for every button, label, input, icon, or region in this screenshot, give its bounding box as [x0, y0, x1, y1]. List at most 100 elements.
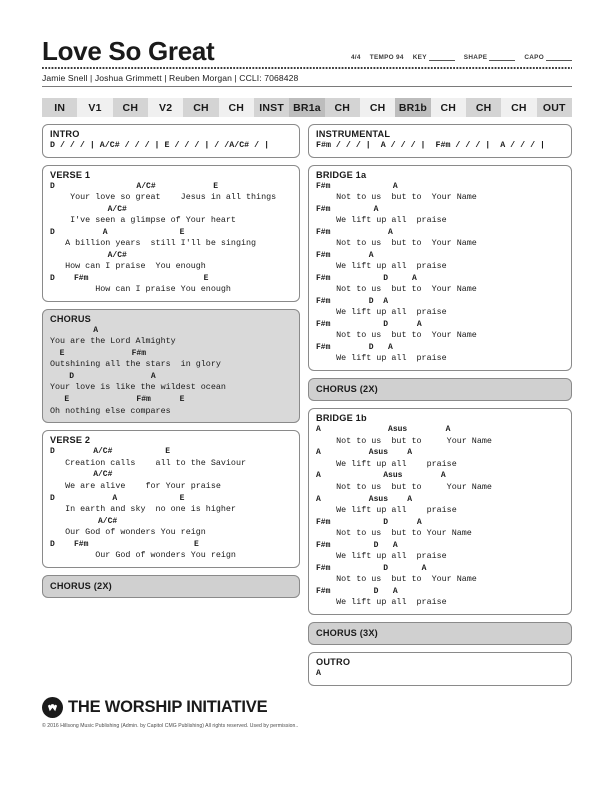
chord-line: F#m A	[316, 227, 393, 237]
verse-2-body: D A/C# E Creation calls all to the Savio…	[50, 446, 292, 561]
structure-cell-ch-9[interactable]: CH	[359, 98, 396, 117]
section-label-chorus-2x-right: CHORUS (2X)	[316, 384, 378, 395]
lyric-line: Not to us but to Your Name	[316, 435, 492, 446]
section-label-bridge-1a: BRIDGE 1a	[316, 169, 367, 180]
chord-line: A/C#	[50, 250, 127, 260]
structure-cell-ch-5[interactable]: CH	[218, 98, 254, 117]
structure-cell-inst-6[interactable]: INST	[253, 98, 290, 117]
verse-1-body: D A/C# E Your love so great Jesus in all…	[50, 181, 292, 296]
section-chorus-2x-left: CHORUS (2X)	[42, 574, 300, 598]
chord-line: A/C#	[50, 470, 113, 480]
structure-cell-ch-4[interactable]: CH	[183, 98, 219, 117]
chord-line: A/C#	[50, 516, 118, 526]
lyric-line: Not to us but to Your Name	[316, 191, 477, 202]
lyric-line: Your love so great Jesus in all things	[50, 191, 277, 202]
lyric-line: Creation calls all to the Saviour	[50, 457, 247, 468]
outro-progression: A	[316, 669, 321, 678]
chord-line: F#m D A	[316, 586, 398, 596]
chorus-body: A You are the Lord Almighty E F#m Outshini…	[50, 325, 292, 417]
lyric-line: We lift up all praise	[316, 353, 447, 364]
instrumental-progression: F#m / / / | A / / / | F#m / / / | A / / …	[316, 141, 546, 150]
section-label-verse-2: VERSE 2	[50, 435, 91, 446]
section-verse-1: VERSE 1 D A/C# E Your love so great Jesu…	[42, 164, 300, 302]
chord-line: F#m A	[316, 250, 374, 260]
chord-line: A	[50, 325, 99, 335]
lyric-line: How can I praise You enough	[50, 261, 206, 272]
lyric-line: Not to us but to Your Name	[316, 481, 492, 492]
section-chorus: CHORUS A You are the Lord Almighty E F#m O…	[42, 308, 300, 424]
lyric-line: We lift up all praise	[316, 214, 447, 225]
shape-blank[interactable]	[489, 53, 516, 61]
section-instrumental: INSTRUMENTAL F#m / / / | A / / / | F#m /…	[308, 124, 572, 158]
document-header: Love So Great 4/4 TEMPO 94 KEY SHAPE CAP…	[42, 38, 572, 87]
chord-line: A/C#	[50, 204, 127, 214]
structure-cell-in-0[interactable]: IN	[42, 98, 78, 117]
lyric-line: Not to us but to Your Name	[316, 237, 477, 248]
section-chorus-2x-right: CHORUS (2X)	[308, 378, 572, 402]
section-verse-2: VERSE 2 D A/C# E Creation calls all to t…	[42, 430, 300, 568]
song-structure-bar: IN V1 CH V2 CH CH INST BR1a CH CH BR1b CH CH CH OUT	[42, 98, 572, 117]
lyric-line: We lift up all praise	[316, 261, 447, 272]
lyric-line: I've seen a glimpse of Your heart	[50, 214, 236, 225]
shape-label: SHAPE	[463, 54, 488, 61]
bridge-1a-body: F#m A Not to us but to Your Name F#m A We…	[316, 181, 564, 366]
right-column: INSTRUMENTAL F#m / / / | A / / / | F#m /…	[308, 124, 572, 693]
key-blank[interactable]	[428, 53, 455, 61]
lyric-line: A billion years still I'll be singing	[50, 237, 257, 248]
chord-line: F#m D A	[316, 517, 422, 527]
structure-cell-v2-3[interactable]: V2	[147, 98, 184, 117]
section-intro: INTRO D / / / | A/C# / / / | E / / / | /…	[42, 124, 300, 158]
section-label-chorus-3x: CHORUS (3X)	[316, 628, 378, 638]
page-title: Love So Great	[42, 36, 215, 66]
lyric-line: Our God of wonders You reign	[50, 550, 236, 561]
copyright-notice: © 2016 Hillsong Music Publishing (Admin.…	[42, 723, 299, 729]
section-label-bridge-1b: BRIDGE 1b	[316, 413, 367, 424]
structure-cell-v1-1[interactable]: V1	[77, 98, 113, 117]
structure-cell-br1b-10[interactable]: BR1b	[395, 98, 431, 117]
structure-cell-out-14[interactable]: OUT	[536, 98, 572, 117]
chord-line: F#m D A	[316, 320, 422, 330]
brand-name: THE WORSHIP INITIATIVE	[68, 698, 268, 716]
chord-line: D F#m E	[50, 539, 199, 549]
section-label-chorus: CHORUS	[50, 313, 92, 324]
shape-field[interactable]: SHAPE	[464, 53, 516, 61]
chord-line: D A/C# E	[50, 447, 171, 457]
capo-blank[interactable]	[546, 53, 572, 61]
structure-cell-ch-13[interactable]: CH	[501, 98, 537, 117]
lyric-line: We lift up all praise	[316, 551, 447, 562]
structure-cell-ch-12[interactable]: CH	[465, 98, 502, 117]
structure-cell-br1a-7[interactable]: BR1a	[289, 98, 325, 117]
section-bridge-1a: BRIDGE 1a F#m A Not to us but to Your Na…	[308, 164, 572, 372]
chord-line: D A	[50, 372, 156, 382]
chord-line: D A E	[50, 493, 185, 503]
lyric-line: We are alive for Your praise	[50, 480, 221, 491]
lyric-line: Not to us but to Your Name	[316, 330, 477, 341]
chord-line: F#m A	[316, 204, 379, 214]
lyric-line: Not to us but to Your Name	[316, 527, 472, 538]
structure-cell-ch-8[interactable]: CH	[324, 98, 360, 117]
chord-line: F#m D A	[316, 563, 427, 573]
chord-line: A Asus A	[316, 471, 446, 481]
section-label-intro: INTRO	[50, 129, 80, 139]
section-outro: OUTRO A	[308, 652, 572, 686]
key-field[interactable]: KEY	[413, 53, 455, 61]
structure-cell-ch-11[interactable]: CH	[430, 98, 466, 117]
bridge-1b-body: A Asus A Not to us but to Your Name A Asu…	[316, 424, 564, 609]
chord-line: F#m D A	[316, 296, 389, 306]
structure-cell-ch-2[interactable]: CH	[112, 98, 148, 117]
key-label: KEY	[412, 54, 427, 61]
lyric-line: We lift up all praise	[316, 458, 457, 469]
left-column: INTRO D / / / | A/C# / / / | E / / / | /…	[42, 124, 300, 605]
lyric-line: We lift up all praise	[316, 504, 457, 515]
chord-line: F#m D A	[316, 273, 417, 283]
lyric-line: Your love is like the wildest ocean	[50, 382, 226, 393]
section-label-verse-1: VERSE 1	[50, 169, 91, 180]
lyric-line: Outshining all the stars in glory	[50, 359, 221, 370]
chord-line: D F#m E	[50, 273, 209, 283]
lyric-line: Oh nothing else compares	[50, 405, 171, 416]
capo-field[interactable]: CAPO	[524, 53, 572, 61]
chord-line: D A E	[50, 227, 185, 237]
section-chorus-3x: CHORUS (3X)	[308, 622, 572, 645]
section-label-chorus-2x-left: CHORUS (2X)	[50, 580, 112, 591]
tempo: TEMPO 94	[369, 54, 404, 61]
